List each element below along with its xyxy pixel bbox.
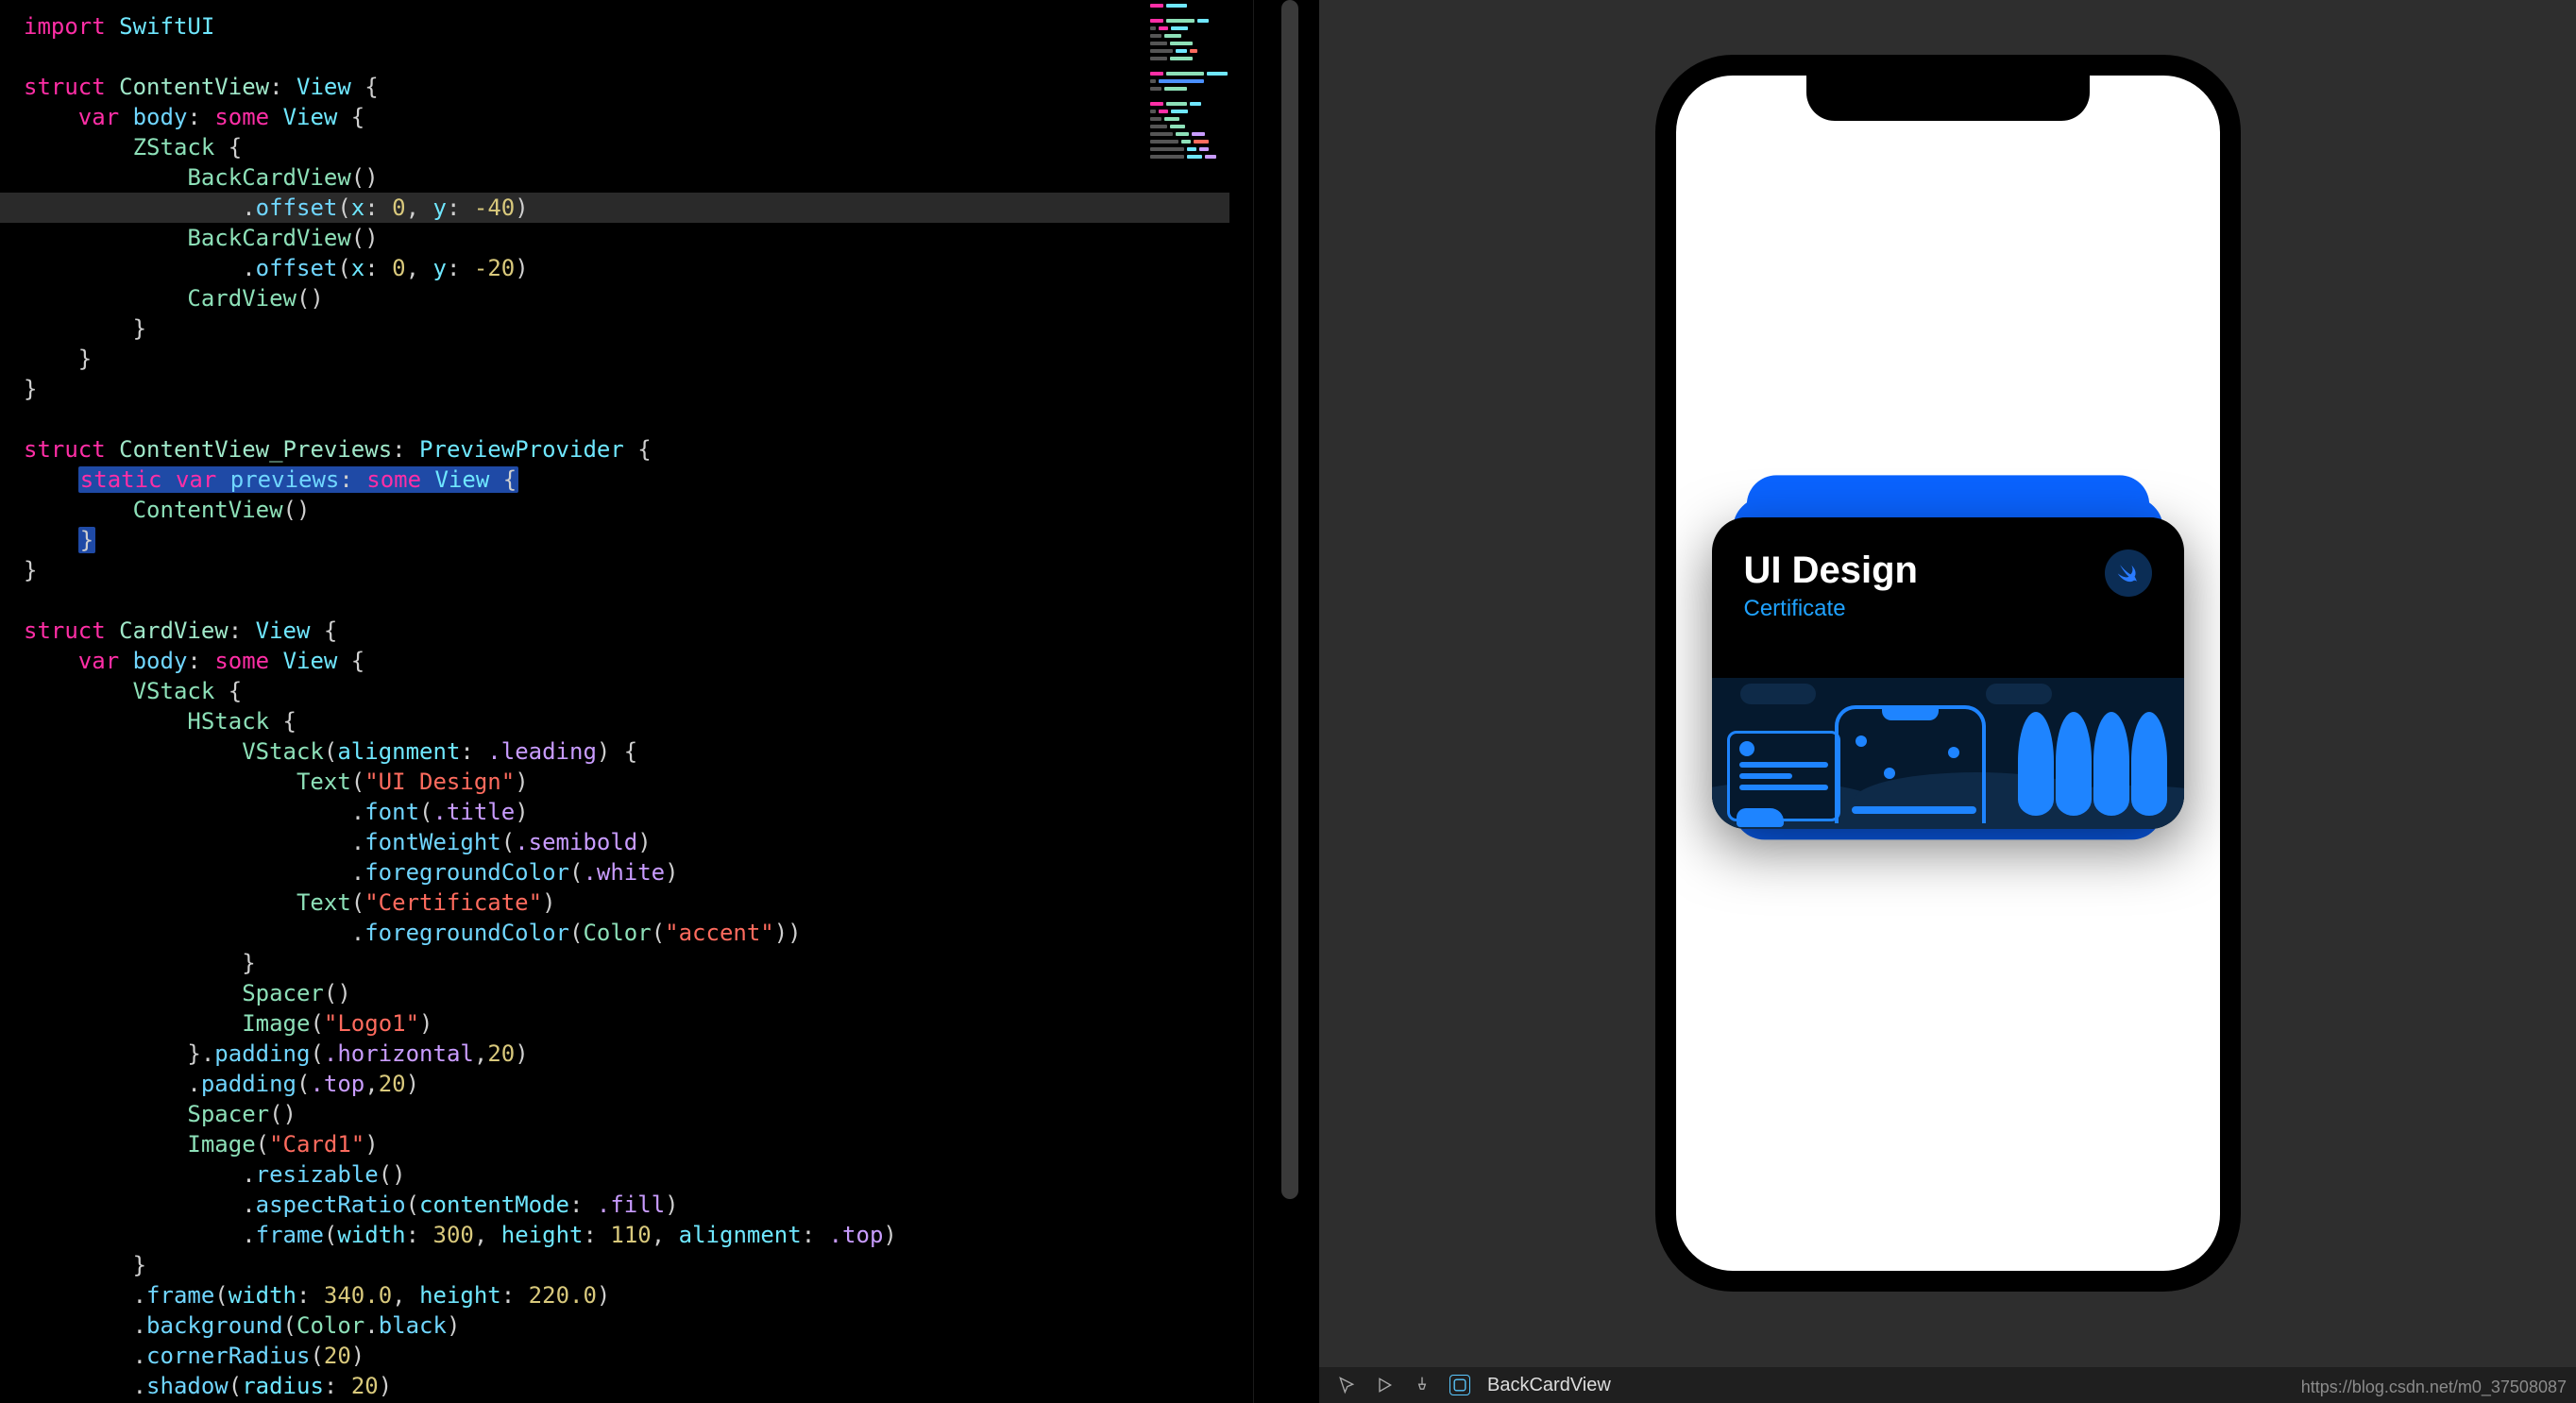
code-line[interactable]: CardView() (24, 283, 1253, 313)
pin-icon[interactable] (1412, 1375, 1432, 1395)
play-icon[interactable] (1374, 1375, 1395, 1395)
iphone-device-frame: UI Design Certificate (1655, 55, 2241, 1292)
code-line[interactable]: BackCardView() (24, 223, 1253, 253)
code-line[interactable]: .cornerRadius(20) (24, 1341, 1253, 1371)
code-line[interactable]: .aspectRatio(contentMode: .fill) (24, 1190, 1253, 1220)
code-line[interactable]: Spacer() (24, 1099, 1253, 1129)
preview-selection-label: BackCardView (1487, 1375, 1611, 1396)
code-line[interactable]: ZStack { (24, 132, 1253, 162)
code-line[interactable]: struct ContentView: View { (24, 72, 1253, 102)
code-line[interactable]: import SwiftUI (24, 11, 1253, 42)
code-editor-pane[interactable]: import SwiftUI struct ContentView: View {… (0, 0, 1253, 1403)
code-line[interactable]: .frame(width: 340.0, height: 220.0) (24, 1280, 1253, 1310)
code-line[interactable]: } (24, 525, 1253, 555)
code-line[interactable] (24, 42, 1253, 72)
code-line[interactable]: .offset(x: 0, y: -40) (0, 193, 1229, 223)
code-line[interactable] (24, 585, 1253, 616)
minimap[interactable] (1144, 0, 1253, 170)
code-line[interactable]: VStack { (24, 676, 1253, 706)
code-line[interactable]: static var previews: some View { (24, 465, 1253, 495)
struct-icon[interactable] (1449, 1375, 1470, 1395)
code-line[interactable]: .offset(x: 0, y: -20) (24, 253, 1253, 283)
code-line[interactable] (24, 404, 1253, 434)
card-stack: UI Design Certificate (1712, 517, 2184, 829)
editor-scrollbar-region (1253, 0, 1319, 1403)
code-line[interactable]: .font(.title) (24, 797, 1253, 827)
card-illustration (1712, 678, 2184, 829)
code-line[interactable]: .fontWeight(.semibold) (24, 827, 1253, 857)
xcode-window: import SwiftUI struct ContentView: View {… (0, 0, 2576, 1403)
cursor-icon[interactable] (1336, 1375, 1357, 1395)
code-line[interactable]: Image("Card1") (24, 1129, 1253, 1159)
code-line[interactable]: } (24, 313, 1253, 344)
code-line[interactable]: Text("Certificate") (24, 887, 1253, 918)
preview-canvas-pane[interactable]: UI Design Certificate (1319, 0, 2576, 1403)
swift-logo-icon (2105, 549, 2152, 597)
code-line[interactable]: .frame(width: 300, height: 110, alignmen… (24, 1220, 1253, 1250)
code-line[interactable]: struct CardView: View { (24, 616, 1253, 646)
code-line[interactable]: Spacer() (24, 978, 1253, 1008)
code-line[interactable]: .foregroundColor(Color("accent")) (24, 918, 1253, 948)
code-line[interactable]: struct ContentView_Previews: PreviewProv… (24, 434, 1253, 465)
code-line[interactable]: HStack { (24, 706, 1253, 736)
code-line[interactable]: .background(Color.black) (24, 1310, 1253, 1341)
code-line[interactable]: Image("Logo1") (24, 1008, 1253, 1039)
code-line[interactable]: Text("UI Design") (24, 767, 1253, 797)
code-line[interactable]: ContentView() (24, 495, 1253, 525)
card-subtitle: Certificate (1744, 596, 1918, 622)
iphone-notch (1806, 74, 2090, 121)
code-line[interactable]: } (24, 1250, 1253, 1280)
code-line[interactable]: } (24, 344, 1253, 374)
code-line[interactable]: .foregroundColor(.white) (24, 857, 1253, 887)
card-title: UI Design (1744, 549, 1918, 592)
code-line[interactable]: }.padding(.horizontal,20) (24, 1039, 1253, 1069)
main-card: UI Design Certificate (1712, 517, 2184, 829)
code-line[interactable]: .resizable() (24, 1159, 1253, 1190)
code-line[interactable]: BackCardView() (24, 162, 1253, 193)
code-line[interactable]: var body: some View { (24, 646, 1253, 676)
code-line[interactable]: .shadow(radius: 20) (24, 1371, 1253, 1401)
watermark-text: https://blog.csdn.net/m0_37508087 (2301, 1378, 2567, 1397)
code-line[interactable]: } (24, 948, 1253, 978)
source-code[interactable]: import SwiftUI struct ContentView: View {… (0, 0, 1253, 1401)
code-line[interactable]: var body: some View { (24, 102, 1253, 132)
scrollbar-thumb[interactable] (1281, 0, 1298, 1199)
code-line[interactable]: } (24, 374, 1253, 404)
code-line[interactable]: } (24, 555, 1253, 585)
card-header: UI Design Certificate (1712, 517, 2184, 622)
code-line[interactable]: VStack(alignment: .leading) { (24, 736, 1253, 767)
code-line[interactable]: .padding(.top,20) (24, 1069, 1253, 1099)
